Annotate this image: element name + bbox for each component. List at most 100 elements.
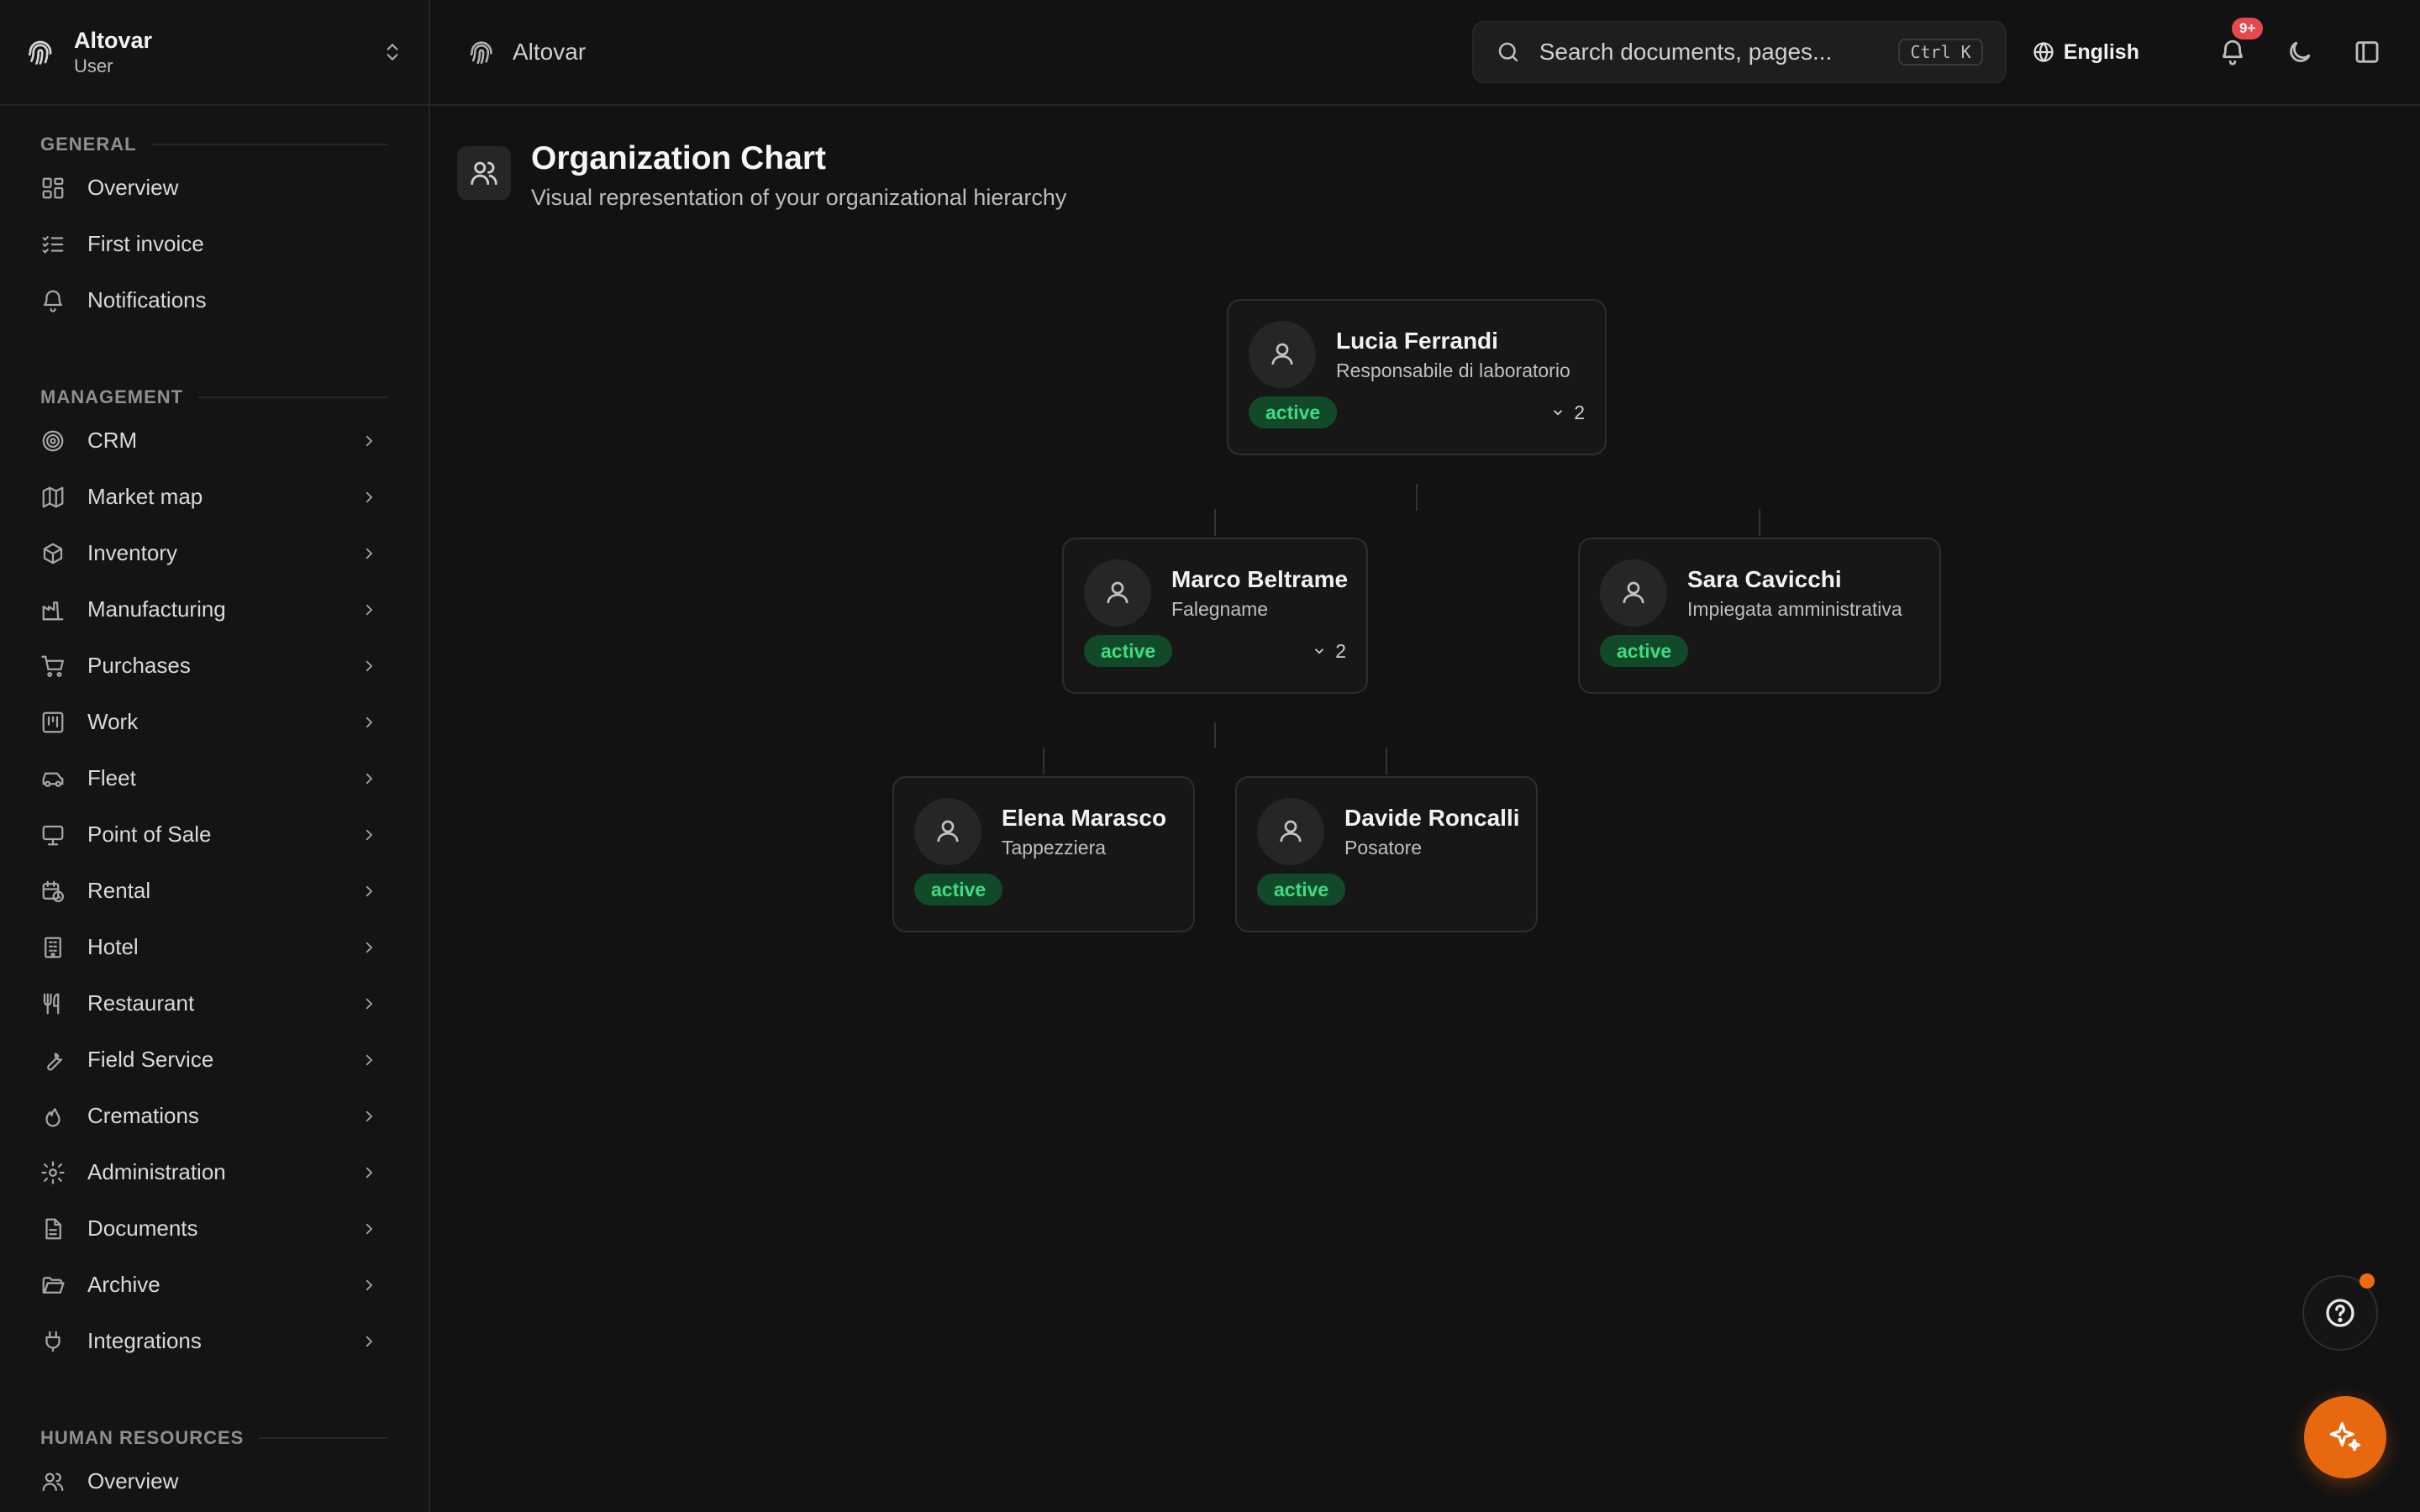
monitor-icon — [40, 822, 66, 848]
org-card-sara[interactable]: Sara Cavicchi Impiegata amministrativa a… — [1578, 538, 1941, 694]
sidebar-item-inventory[interactable]: Inventory — [0, 525, 429, 581]
breadcrumb[interactable]: Altovar — [513, 39, 1472, 66]
file-icon — [40, 1216, 66, 1242]
chevron-right-icon — [361, 659, 376, 674]
sidebar-item-cremations[interactable]: Cremations — [0, 1088, 429, 1144]
cart-icon — [40, 654, 66, 679]
sidebar-item-label: Inventory — [87, 540, 177, 565]
sidebar-item-notifications[interactable]: Notifications — [0, 272, 429, 328]
chevron-down-icon — [1315, 648, 1324, 654]
sidebar-item-label: Archive — [87, 1272, 160, 1297]
sidebar-item-rental[interactable]: Rental — [0, 863, 429, 919]
sidebar-item-overview[interactable]: Overview — [0, 160, 429, 216]
notifications-button[interactable]: 9+ — [2218, 18, 2264, 66]
sidebar-item-point-of-sale[interactable]: Point of Sale — [0, 806, 429, 863]
sidebar-item-field-service[interactable]: Field Service — [0, 1032, 429, 1088]
sidebar-item-label: First invoice — [87, 231, 204, 256]
employee-name: Lucia Ferrandi — [1336, 327, 1498, 354]
org-card-elena[interactable]: Elena Marasco Tappezziera active — [892, 776, 1195, 932]
chevron-right-icon — [361, 1334, 376, 1349]
chevron-right-icon — [361, 884, 376, 899]
sidebar-toggle[interactable] — [2353, 38, 2381, 66]
section-management: MANAGEMENT — [0, 382, 429, 412]
sidebar-item-label: Market map — [87, 484, 203, 509]
chevron-right-icon — [361, 1053, 376, 1068]
avatar — [1600, 559, 1667, 627]
sidebar-item-fleet[interactable]: Fleet — [0, 750, 429, 806]
sidebar-item-label: Manufacturing — [87, 596, 226, 622]
search-box[interactable]: Ctrl K — [1471, 21, 2007, 83]
chevron-right-icon — [361, 771, 376, 786]
kanban-icon — [40, 710, 66, 735]
workspace-name: Altovar — [74, 28, 153, 53]
avatar — [1257, 798, 1324, 865]
moon-icon — [2290, 41, 2311, 62]
chevron-right-icon — [361, 1165, 376, 1180]
help-button[interactable] — [2302, 1273, 2378, 1351]
sidebar-item-label: Documents — [87, 1215, 198, 1241]
sidebar-item-label: Cremations — [87, 1103, 199, 1128]
nav-general: Overview First invoice Notifications — [0, 160, 429, 328]
section-hr: HUMAN RESOURCES — [0, 1423, 429, 1453]
org-chart: Lucia Ferrandi Responsabile di laborator… — [430, 108, 2420, 1512]
main-content: Organization Chart Visual representation… — [430, 108, 2420, 1512]
folder-open-icon — [40, 1273, 66, 1298]
sidebar-item-archive[interactable]: Archive — [0, 1257, 429, 1313]
ai-assistant-button[interactable] — [2304, 1396, 2386, 1478]
employee-name: Elena Marasco — [1002, 804, 1167, 831]
language-selector[interactable]: English — [2032, 40, 2139, 65]
sidebar-item-label: Overview — [87, 175, 179, 200]
employee-role: Posatore — [1344, 836, 1423, 858]
avatar — [914, 798, 981, 865]
chevron-right-icon — [361, 996, 376, 1011]
sidebar-item-market-map[interactable]: Market map — [0, 469, 429, 525]
sidebar-item-manufacturing[interactable]: Manufacturing — [0, 581, 429, 638]
sidebar-item-label: Integrations — [87, 1328, 202, 1353]
user-icon — [1271, 343, 1293, 365]
building-icon — [40, 935, 66, 960]
employee-name: Sara Cavicchi — [1687, 565, 1842, 592]
sidebar-item-documents[interactable]: Documents — [0, 1200, 429, 1257]
sidebar-item-label: Purchases — [87, 653, 191, 678]
sidebar-item-label: Rental — [87, 878, 151, 903]
sidebar-item-crm[interactable]: CRM — [0, 412, 429, 469]
chevron-right-icon — [361, 433, 376, 449]
section-hr-label: HUMAN RESOURCES — [40, 1427, 245, 1448]
search-icon — [1496, 39, 1521, 65]
workspace-switcher[interactable]: Altovar User — [0, 0, 429, 106]
expand-reports-button[interactable]: 2 — [1550, 402, 1585, 424]
expand-reports-button[interactable]: 2 — [1312, 640, 1346, 663]
chevrons-up-down-icon — [381, 39, 403, 65]
search-input[interactable] — [1537, 38, 1899, 66]
employee-role: Impiegata amministrativa — [1687, 597, 1902, 620]
sidebar-item-first-invoice[interactable]: First invoice — [0, 216, 429, 272]
chevron-down-icon — [1554, 410, 1563, 416]
sidebar-item-work[interactable]: Work — [0, 694, 429, 750]
reports-count: 2 — [1574, 401, 1585, 423]
sidebar-item-overview[interactable]: Overview — [0, 1453, 429, 1509]
sidebar-item-purchases[interactable]: Purchases — [0, 638, 429, 694]
org-card-marco[interactable]: Marco Beltrame Falegname active 2 — [1062, 538, 1368, 694]
section-general: GENERAL — [0, 129, 429, 160]
employee-role: Responsabile di laboratorio — [1336, 359, 1570, 381]
sidebar-item-hotel[interactable]: Hotel — [0, 919, 429, 975]
gear-icon — [40, 1160, 66, 1185]
sidebar-item-label: Hotel — [87, 934, 139, 959]
status-badge: active — [1084, 635, 1173, 667]
org-card-root[interactable]: Lucia Ferrandi Responsabile di laborator… — [1227, 299, 1607, 455]
sidebar-item-integrations[interactable]: Integrations — [0, 1313, 429, 1369]
theme-toggle[interactable] — [2286, 38, 2314, 66]
dashboard-icon — [40, 176, 66, 201]
help-circle-icon — [2326, 1299, 2354, 1327]
globe-icon — [2032, 40, 2055, 64]
sidebar-item-restaurant[interactable]: Restaurant — [0, 975, 429, 1032]
sidebar-item-administration[interactable]: Administration — [0, 1144, 429, 1200]
sparkles-icon — [2329, 1421, 2361, 1452]
app: Altovar User GENERAL Overview First invoi… — [0, 0, 2420, 1512]
help-indicator-dot — [2360, 1273, 2375, 1289]
factory-icon — [40, 597, 66, 622]
employee-role: Falegname — [1171, 597, 1269, 620]
sidebar-item-label: Notifications — [87, 287, 207, 312]
employee-name: Marco Beltrame — [1171, 565, 1349, 592]
org-card-davide[interactable]: Davide Roncalli Posatore active — [1235, 776, 1538, 932]
